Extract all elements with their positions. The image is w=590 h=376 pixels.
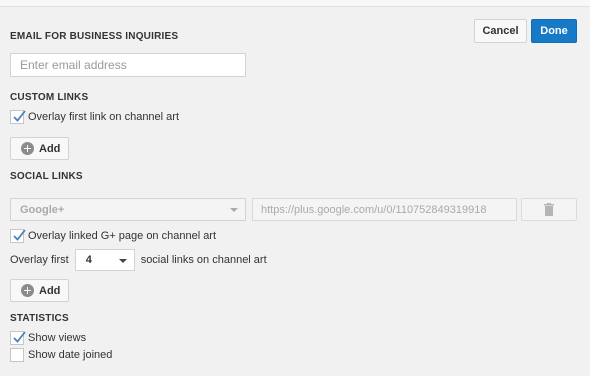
- done-button[interactable]: Done: [531, 19, 577, 43]
- overlay-first-link-checkbox[interactable]: [10, 110, 26, 124]
- show-date-joined-checkbox[interactable]: [10, 348, 24, 362]
- email-placeholder: Enter email address: [20, 58, 127, 72]
- show-date-joined-label: Show date joined: [28, 349, 113, 361]
- email-field[interactable]: Enter email address: [10, 53, 246, 77]
- show-views-label: Show views: [28, 332, 87, 344]
- top-border: [0, 0, 590, 7]
- email-heading: EMAIL FOR BUSINESS INQUIRIES: [10, 31, 179, 42]
- overlay-gplus-checkbox[interactable]: [10, 229, 26, 243]
- add-custom-link-button[interactable]: Add: [10, 137, 69, 160]
- cancel-button[interactable]: Cancel: [474, 19, 527, 43]
- social-url-value: https://plus.google.com/u/0/110752849319…: [261, 203, 487, 216]
- trash-icon: [544, 203, 554, 216]
- custom-links-heading: CUSTOM LINKS: [10, 92, 89, 103]
- overlay-count-select[interactable]: 4: [74, 249, 135, 271]
- overlay-gplus-label: Overlay linked G+ page on channel art: [28, 230, 217, 242]
- checkmark-icon: [13, 229, 26, 241]
- social-url-field[interactable]: https://plus.google.com/u/0/110752849319…: [252, 198, 517, 221]
- overlay-first-link-label: Overlay first link on channel art: [28, 111, 180, 123]
- caret-down-icon: [230, 208, 238, 212]
- social-links-heading: SOCIAL LINKS: [10, 171, 83, 182]
- show-date-joined-row[interactable]: Show date joined: [10, 348, 112, 362]
- social-network-select[interactable]: Google+: [10, 198, 246, 221]
- checkmark-icon: [13, 331, 26, 343]
- overlay-gplus-row[interactable]: Overlay linked G+ page on channel art: [10, 229, 216, 243]
- overlay-first-link-row[interactable]: Overlay first link on channel art: [10, 110, 179, 124]
- plus-circle-icon: [21, 284, 34, 297]
- social-network-value: Google+: [20, 203, 65, 216]
- overlay-count-value: 4: [85, 254, 92, 266]
- overlay-first-prefix: Overlay first: [10, 254, 69, 266]
- show-views-checkbox[interactable]: [10, 331, 26, 345]
- overlay-first-row: Overlay first 4 social links on channel …: [10, 249, 267, 271]
- add-social-link-button[interactable]: Add: [10, 279, 69, 302]
- statistics-heading: STATISTICS: [10, 313, 69, 324]
- show-views-row[interactable]: Show views: [10, 331, 86, 345]
- overlay-first-suffix: social links on channel art: [140, 254, 267, 266]
- delete-social-link-button[interactable]: [521, 198, 577, 221]
- add-social-link-label: Add: [39, 284, 61, 297]
- checkmark-icon: [13, 110, 26, 122]
- plus-circle-icon: [21, 142, 34, 155]
- add-custom-link-label: Add: [39, 142, 61, 155]
- caret-down-icon: [118, 259, 127, 263]
